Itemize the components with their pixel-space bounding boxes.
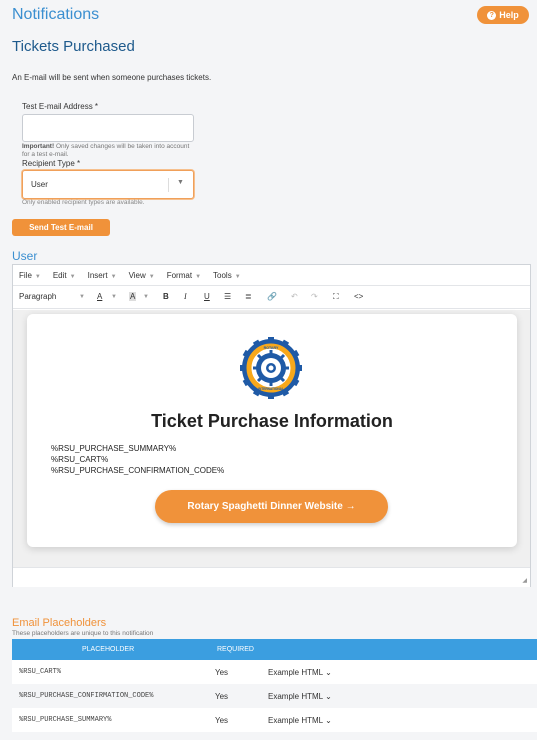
svg-text:ROTARY: ROTARY	[264, 346, 279, 350]
placeholders-title: Email Placeholders	[12, 617, 107, 629]
column-header-required: REQUIRED	[217, 646, 254, 653]
help-label: Help	[499, 10, 519, 20]
select-divider	[168, 178, 169, 192]
chevron-down-icon: ⌄	[325, 716, 332, 725]
rich-text-editor[interactable]: File ▼ Edit ▼ Insert ▼ View ▼ Format ▼ Tools ▼…	[12, 264, 531, 587]
required-value: Yes	[215, 668, 229, 677]
important-note: Important! Only saved changes will be ta…	[22, 143, 197, 159]
redo-icon[interactable]: ↷	[311, 292, 318, 301]
menu-edit[interactable]: Edit ▼	[53, 271, 76, 280]
page-title: Notifications	[12, 6, 100, 23]
menu-view[interactable]: View ▼	[129, 271, 155, 280]
important-bold: Important!	[22, 143, 55, 150]
question-icon: ?	[487, 10, 497, 20]
highlight-color-icon[interactable]: A	[129, 292, 137, 301]
table-row: %RSU_PURCHASE_CONFIRMATION_CODE% Yes Exa…	[12, 684, 537, 708]
help-button[interactable]: ? Help	[477, 6, 529, 24]
chevron-down-icon: ▼	[143, 294, 149, 300]
text-color-icon[interactable]: A	[97, 292, 102, 301]
required-value: Yes	[215, 692, 229, 701]
placeholders-table: PLACEHOLDER REQUIRED %RSU_CART% Yes Exam…	[12, 639, 537, 732]
example-html-dropdown[interactable]: Example HTML ⌄	[268, 716, 332, 725]
required-value: Yes	[215, 716, 229, 725]
svg-text:INTERNATIONAL: INTERNATIONAL	[258, 387, 284, 391]
bullet-list-icon[interactable]: ☰	[224, 292, 231, 301]
resize-handle-icon[interactable]: ◢	[522, 577, 527, 584]
section-intro: An E-mail will be sent when someone purc…	[12, 73, 212, 82]
editor-statusbar: ◢	[13, 567, 530, 587]
block-format-select[interactable]: Paragraph	[19, 292, 56, 301]
editor-toolbar: Paragraph ▼ A ▼ A ▼ B I U ☰ ≣ 🔗 ↶ ↷ ⛶ <>	[13, 287, 530, 309]
rotary-logo-icon: ROTARY INTERNATIONAL	[240, 337, 302, 399]
placeholder-token: %RSU_CART%	[51, 455, 109, 464]
website-cta-button[interactable]: Rotary Spaghetti Dinner Website →	[155, 490, 388, 523]
numbered-list-icon[interactable]: ≣	[245, 292, 252, 301]
chevron-down-icon: ▼	[111, 294, 117, 300]
recipient-type-hint: Only enabled recipient types are availab…	[22, 199, 145, 206]
recipient-type-value: User	[31, 180, 48, 189]
table-row: %RSU_CART% Yes Example HTML ⌄	[12, 660, 537, 684]
placeholder-code: %RSU_PURCHASE_SUMMARY%	[19, 716, 112, 724]
placeholder-token: %RSU_PURCHASE_SUMMARY%	[51, 444, 177, 453]
card-title: Ticket Purchase Information	[151, 411, 393, 431]
table-header: PLACEHOLDER REQUIRED	[12, 639, 537, 660]
example-html-dropdown[interactable]: Example HTML ⌄	[268, 668, 332, 677]
undo-icon[interactable]: ↶	[291, 292, 298, 301]
column-header-placeholder: PLACEHOLDER	[82, 646, 135, 653]
recipient-type-label: Recipient Type *	[22, 159, 81, 168]
email-preview-card: ROTARY INTERNATIONAL Ticket Purchase Inf…	[27, 314, 517, 547]
section-title: Tickets Purchased	[12, 38, 135, 55]
menu-format[interactable]: Format ▼	[167, 271, 201, 280]
chevron-down-icon: ▼	[177, 179, 184, 186]
placeholder-tokens: %RSU_PURCHASE_SUMMARY% %RSU_CART% %RSU_P…	[51, 443, 224, 476]
chevron-down-icon: ⌄	[325, 692, 332, 701]
link-icon[interactable]: 🔗	[267, 292, 277, 301]
editor-menubar: File ▼ Edit ▼ Insert ▼ View ▼ Format ▼ Tools ▼	[13, 265, 530, 286]
placeholder-token: %RSU_PURCHASE_CONFIRMATION_CODE%	[51, 466, 225, 475]
editor-content[interactable]: ROTARY INTERNATIONAL Ticket Purchase Inf…	[13, 310, 530, 567]
placeholder-code: %RSU_PURCHASE_CONFIRMATION_CODE%	[19, 692, 154, 700]
source-code-icon[interactable]: <>	[354, 292, 363, 301]
placeholder-code: %RSU_CART%	[19, 668, 62, 676]
menu-tools[interactable]: Tools ▼	[213, 271, 241, 280]
menu-insert[interactable]: Insert ▼	[88, 271, 117, 280]
chevron-down-icon: ▼	[79, 294, 85, 300]
test-email-label: Test E-mail Address *	[22, 102, 99, 111]
bold-icon[interactable]: B	[163, 292, 169, 301]
placeholders-description: These placeholders are unique to this no…	[12, 630, 154, 637]
test-email-input[interactable]	[22, 114, 194, 142]
example-html-dropdown[interactable]: Example HTML ⌄	[268, 692, 332, 701]
recipient-type-select[interactable]: User ▼	[22, 170, 194, 199]
underline-icon[interactable]: U	[204, 292, 210, 301]
italic-icon[interactable]: I	[184, 292, 187, 301]
chevron-down-icon: ⌄	[325, 668, 332, 677]
fullscreen-icon[interactable]: ⛶	[333, 292, 339, 302]
table-row: %RSU_PURCHASE_SUMMARY% Yes Example HTML …	[12, 708, 537, 732]
send-test-email-button[interactable]: Send Test E-mail	[12, 219, 110, 236]
editor-section-title: User	[12, 249, 38, 263]
menu-file[interactable]: File ▼	[19, 271, 41, 280]
